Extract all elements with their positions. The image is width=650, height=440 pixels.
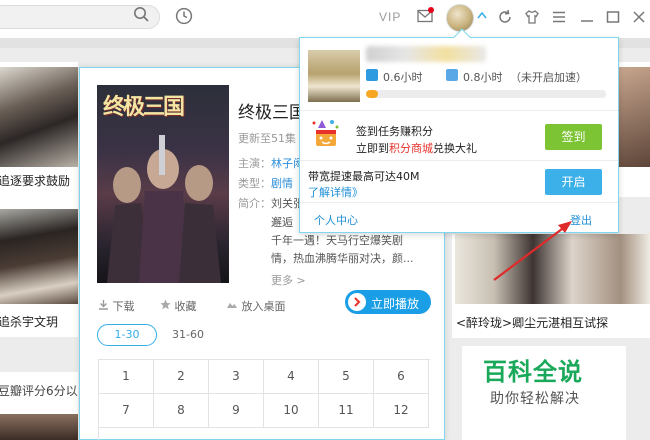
watch-time: 0.6小时 [383,71,423,84]
app-window: VIP 追逐要求鼓励 追杀宇文玥 豆瓣评分6分以 <醉玲珑>卿尘元湛相互试探 百… [0,0,650,440]
menu-icon[interactable] [551,9,567,25]
episode-button[interactable]: 10 [264,394,319,428]
notification-dot [428,7,434,13]
divider [300,160,618,161]
signin-button[interactable]: 签到 [545,124,602,150]
search-icon[interactable] [133,6,149,22]
watermark-subtitle: 助你轻松解决 [490,391,580,407]
video-caption[interactable]: <醉玲珑>卿尘元湛相互试探 [456,314,608,331]
genre-row: 类型：剧情 [238,175,293,191]
episode-button[interactable]: 12 [374,394,429,428]
episode-button[interactable]: 8 [154,394,209,428]
video-caption[interactable]: 豆瓣评分6分以 [0,382,78,399]
cast-row: 主演：林子闳 [238,155,304,171]
watermark-title: 百科全说 [483,358,583,386]
signin-task-subtitle: 立即到积分商城兑换大礼 [356,140,477,156]
speedup-status: （未开启加速） [510,71,587,84]
bandwidth-title: 带宽提速最高可达40M [308,170,420,183]
download-label: 下载 [112,300,135,313]
signin-suffix: 兑换大礼 [433,142,477,155]
video-card-2[interactable]: 追杀宇文玥 [0,197,78,337]
poster-image[interactable]: 终极三国 [97,85,229,283]
annotation-arrow-icon [493,221,572,281]
tab-episodes-1-30[interactable]: 1-30 [97,324,157,346]
tab-episodes-31-60[interactable]: 31-60 [166,324,210,346]
add-to-desktop-button[interactable]: 放入桌面 [226,298,286,314]
synopsis-text: 情，热血沸腾华丽对决，颜... [271,252,414,265]
synopsis-text: 千年一遇！天马行空爆笑剧 [271,234,403,247]
user-avatar[interactable] [446,4,474,32]
maximize-icon[interactable] [605,9,621,25]
level-progress-bar [366,90,606,98]
video-title: 终极三国 [238,103,306,123]
username-redacted [366,46,486,62]
episode-button[interactable]: 4 [264,360,319,394]
video-caption[interactable]: 追逐要求鼓励 [0,172,70,189]
genre-link[interactable]: 剧情 [271,177,293,190]
video-thumbnail[interactable] [0,209,78,304]
video-card-1[interactable]: 追逐要求鼓励 [0,62,78,197]
episode-button[interactable]: 5 [319,360,374,394]
history-clock-icon[interactable] [175,7,193,25]
video-thumbnail[interactable] [0,414,78,440]
episode-button[interactable]: 11 [319,394,374,428]
star-icon [160,299,171,310]
enable-speedup-button[interactable]: 开启 [545,169,602,195]
synopsis-row: 简介：刘关张 [238,195,304,211]
gift-party-icon [312,120,339,146]
speedup-time-icon [446,69,458,81]
play-icon [348,293,366,311]
synopsis-text: 邂逅 [271,216,293,229]
download-icon [99,300,108,310]
minimize-icon[interactable] [579,9,595,25]
divider [300,110,618,111]
poster-title: 终极三国 [103,94,185,120]
watch-time-icon [366,69,378,81]
caret-up-icon[interactable] [477,11,487,19]
download-button[interactable]: 下载 [98,298,135,314]
episode-button[interactable]: 3 [209,360,264,394]
video-thumbnail[interactable] [0,67,78,167]
video-caption[interactable]: 追杀宇文玥 [0,313,58,330]
episode-grid: 1 2 3 4 5 6 7 8 9 10 11 12 [98,359,430,440]
signin-prefix: 立即到 [356,142,389,155]
favorite-button[interactable]: 收藏 [160,298,197,314]
user-avatar-large[interactable] [308,50,360,102]
more-link[interactable]: 更多 > [271,272,306,288]
skin-icon[interactable] [524,9,540,25]
synopsis-label: 简介： [238,197,271,210]
vip-link[interactable]: VIP [379,10,401,24]
favorite-label: 收藏 [174,300,197,313]
poster-figures [107,135,221,283]
refresh-icon[interactable] [497,9,513,25]
video-card-3[interactable]: 豆瓣评分6分以 [0,372,78,440]
genre-label: 类型： [238,177,271,190]
user-menu-popup: 0.6小时 0.8小时 （未开启加速） 签到任务赚积分 立即到积分商城兑换大礼 … [299,28,619,233]
episode-button[interactable]: 9 [209,394,264,428]
play-now-button[interactable]: 立即播放 [345,290,431,314]
episode-button[interactable]: 6 [374,360,429,394]
cast-label: 主演： [238,157,271,170]
episode-button[interactable]: 7 [99,394,154,428]
close-icon[interactable] [631,9,647,25]
desktop-icon [227,303,237,308]
speedup-time: 0.8小时 [463,71,503,84]
episode-button[interactable]: 2 [154,360,209,394]
divider [300,202,618,203]
episode-button[interactable]: 1 [99,360,154,394]
update-status: 更新至51集 [238,132,296,145]
top-bar: VIP [0,0,650,38]
user-center-link[interactable]: 个人中心 [314,212,358,228]
points-mall-link[interactable]: 积分商城 [389,142,433,155]
desktop-label: 放入桌面 [241,300,286,313]
signin-task-title: 签到任务赚积分 [356,125,433,138]
learn-more-link[interactable]: 了解详情》 [308,184,363,200]
level-progress-fill [366,90,378,98]
play-label: 立即播放 [371,297,420,311]
